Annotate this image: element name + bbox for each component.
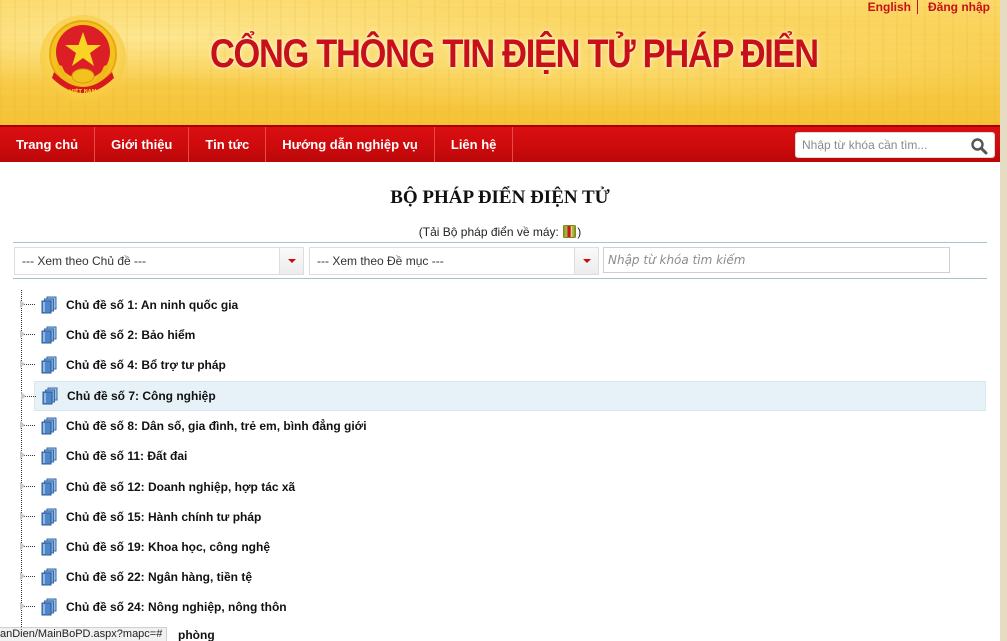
page: VIỆT NAM CỔNG THÔNG TIN ĐIỆN TỬ PHÁP ĐIỂ… [0,0,1000,641]
topic-select-value: --- Xem theo Chủ đề --- [22,254,147,268]
link-separator [917,0,918,14]
expand-arrow-icon[interactable] [21,392,26,400]
expand-arrow-icon[interactable] [20,542,25,550]
emblem-text: VIỆT NAM [69,87,96,95]
stacked-books-icon [42,387,58,405]
nav-item-home[interactable]: Trang chủ [0,127,96,162]
tree-item[interactable]: Chủ đề số 4: Bổ trợ tư pháp [20,350,986,380]
tree-item-label: Chủ đề số 7: Công nghiệp [67,389,216,403]
tree-item-label: Chủ đề số 12: Doanh nghiệp, hợp tác xã [66,480,296,494]
nav-item-news[interactable]: Tin tức [189,127,267,162]
tree-item[interactable]: Chủ đề số 1: An ninh quốc gia [20,290,986,320]
chevron-down-icon[interactable] [279,248,303,274]
section-select[interactable]: --- Xem theo Đề mục --- [309,247,599,275]
tree-item[interactable]: Chủ đề số 22: Ngân hàng, tiền tệ [20,562,986,592]
stacked-books-icon [41,326,57,344]
header-banner: VIỆT NAM CỔNG THÔNG TIN ĐIỆN TỬ PHÁP ĐIỂ… [0,0,1000,125]
top-links: English Đăng nhập [868,0,990,14]
expand-arrow-icon[interactable] [20,602,25,610]
expand-arrow-icon[interactable] [20,451,25,459]
tree-item[interactable]: Chủ đề số 15: Hành chính tư pháp [20,502,986,532]
english-link[interactable]: English [868,0,911,14]
page-gutter [1000,0,1007,641]
tree-item-label: Chủ đề số 2: Bảo hiểm [66,328,196,342]
chevron-down-icon[interactable] [574,248,598,274]
stacked-books-icon [41,296,57,314]
expand-arrow-icon[interactable] [20,482,25,490]
status-url-text: anDien/MainBoPD.aspx?mapc=# [0,628,163,640]
tree-item-label: Chủ đề số 22: Ngân hàng, tiền tệ [66,570,253,584]
nav-item-contact[interactable]: Liên hệ [435,127,514,162]
tree-item-label: Chủ đề số 8: Dân số, gia đình, trẻ em, b… [66,419,367,433]
filter-bar: --- Xem theo Chủ đề --- --- Xem theo Đề … [13,242,987,279]
search-icon[interactable] [970,137,988,155]
stacked-books-icon [41,568,57,586]
nav-item-about[interactable]: Giới thiệu [95,127,190,162]
main-navbar: Trang chủ Giới thiệu Tin tức Hướng dẫn n… [0,125,1000,162]
national-emblem-logo[interactable]: VIỆT NAM [38,14,128,106]
download-line: (Tải Bộ pháp điển về máy: ) [0,224,1000,239]
tree-item[interactable]: Chủ đề số 19: Khoa học, công nghệ [20,532,986,562]
tree-item-partial[interactable]: phòng [178,628,215,641]
expand-arrow-icon[interactable] [20,572,25,580]
stacked-books-icon [41,447,57,465]
site-search-input[interactable] [796,134,964,156]
tree-item-label: Chủ đề số 15: Hành chính tư pháp [66,510,262,524]
stacked-books-icon [41,356,57,374]
download-book-icon[interactable] [562,224,577,239]
section-select-value: --- Xem theo Đề mục --- [317,254,444,268]
expand-arrow-icon[interactable] [20,360,25,368]
tree-item[interactable]: Chủ đề số 7: Công nghiệp [21,381,986,411]
tree-item-label: Chủ đề số 1: An ninh quốc gia [66,298,239,312]
stacked-books-icon [41,508,57,526]
tree-item[interactable]: Chủ đề số 12: Doanh nghiệp, hợp tác xã [20,472,986,502]
tree-item-label: Chủ đề số 11: Đất đai [66,449,188,463]
stacked-books-icon [41,598,57,616]
tree-item-label: Chủ đề số 4: Bổ trợ tư pháp [66,358,226,372]
nav-item-guidance[interactable]: Hướng dẫn nghiệp vụ [266,127,435,162]
tree-connector-line [21,290,22,641]
expand-arrow-icon[interactable] [20,512,25,520]
expand-arrow-icon[interactable] [20,300,25,308]
expand-arrow-icon[interactable] [20,330,25,338]
download-text: (Tải Bộ pháp điển về máy: [418,225,563,239]
site-title: CỔNG THÔNG TIN ĐIỆN TỬ PHÁP ĐIỂN [210,32,819,76]
page-title: BỘ PHÁP ĐIỂN ĐIỆN TỬ [390,187,610,208]
expand-arrow-icon[interactable] [20,421,25,429]
stacked-books-icon [41,538,57,556]
tree-item-label: Chủ đề số 24: Nông nghiệp, nông thôn [66,600,287,614]
download-text-end: ) [577,225,582,239]
tree-item-label: Chủ đề số 19: Khoa học, công nghệ [66,540,271,554]
keyword-search-input[interactable] [603,247,950,273]
site-search [795,132,995,158]
stacked-books-icon [41,478,57,496]
tree-item[interactable]: Chủ đề số 24: Nông nghiệp, nông thôn [20,592,986,622]
topic-select[interactable]: --- Xem theo Chủ đề --- [14,247,304,275]
tree-item[interactable]: Chủ đề số 11: Đất đai [20,441,986,471]
tree-item[interactable]: Chủ đề số 8: Dân số, gia đình, trẻ em, b… [20,411,986,441]
stacked-books-icon [41,417,57,435]
tree-item[interactable]: Chủ đề số 2: Bảo hiểm [20,320,986,350]
login-link[interactable]: Đăng nhập [928,0,990,14]
topic-tree: Chủ đề số 1: An ninh quốc gia Chủ đề số 2… [0,290,1000,641]
status-bar-url: anDien/MainBoPD.aspx?mapc=# [0,627,168,641]
